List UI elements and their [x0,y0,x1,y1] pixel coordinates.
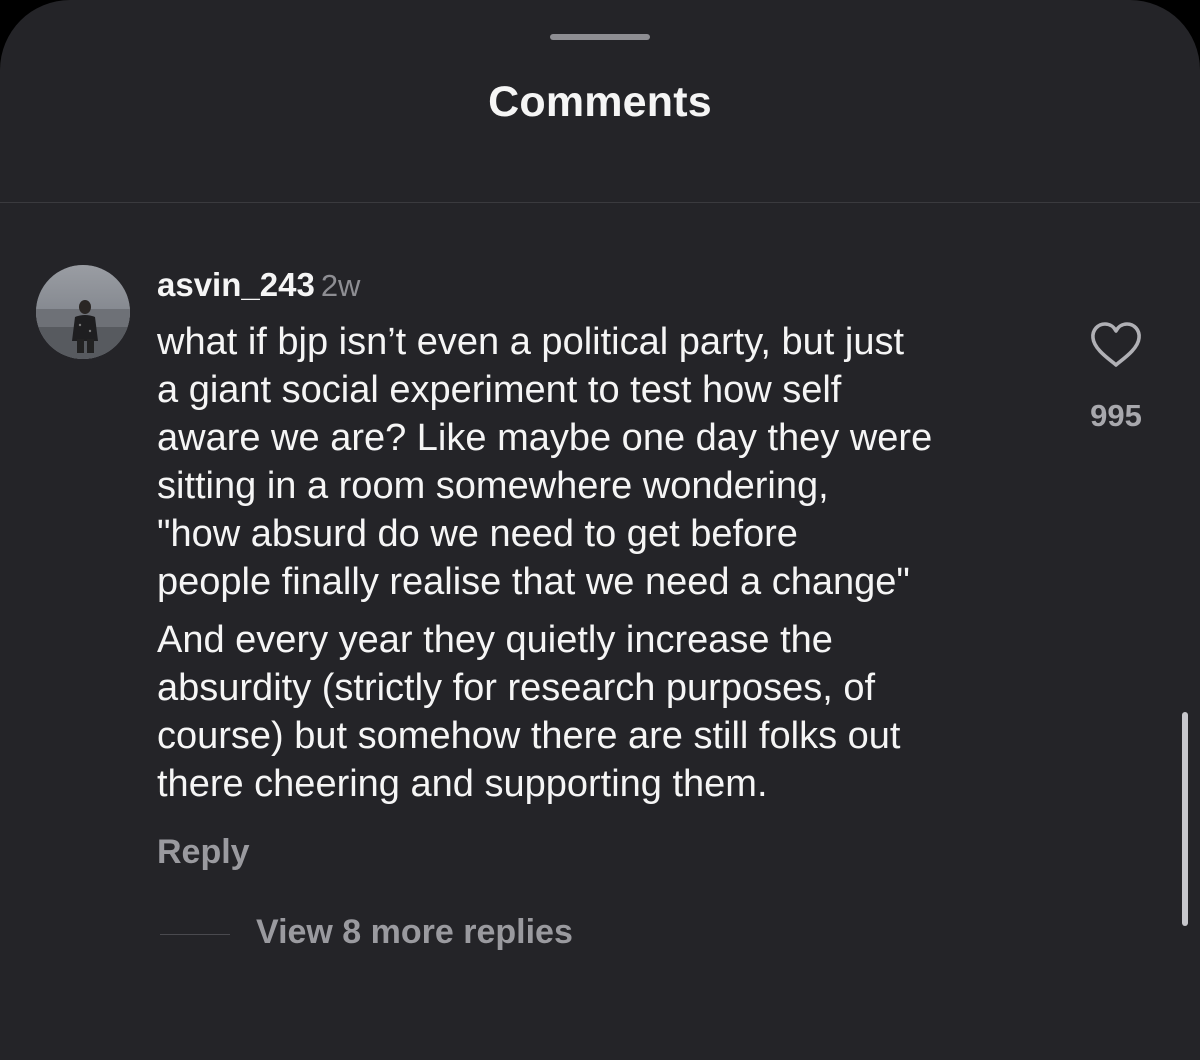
like-count: 995 [1090,398,1142,433]
sheet-title: Comments [488,78,712,126]
comment-text: what if bjp isn’t even a political party… [157,318,1062,808]
avatar-photo [36,265,130,359]
reply-button[interactable]: Reply [157,833,250,872]
scrollbar[interactable] [1182,712,1188,926]
comment-paragraph-1: what if bjp isn’t even a political party… [157,321,933,603]
comments-sheet: Comments asvin_243 2w what if bjp isn’t … [0,0,1200,1060]
comment-header: asvin_243 2w [157,266,360,304]
header-divider [0,202,1200,203]
heart-icon [1091,322,1141,367]
comment-paragraph-2: And every year they quietly increase the… [157,619,901,805]
drag-handle[interactable] [550,34,650,40]
avatar[interactable] [36,265,130,359]
view-more-replies-button[interactable]: View 8 more replies [256,913,573,952]
comment-username[interactable]: asvin_243 [157,266,315,303]
like-button[interactable] [1088,320,1144,370]
replies-divider-line [160,934,230,935]
comment-timestamp: 2w [320,268,361,303]
